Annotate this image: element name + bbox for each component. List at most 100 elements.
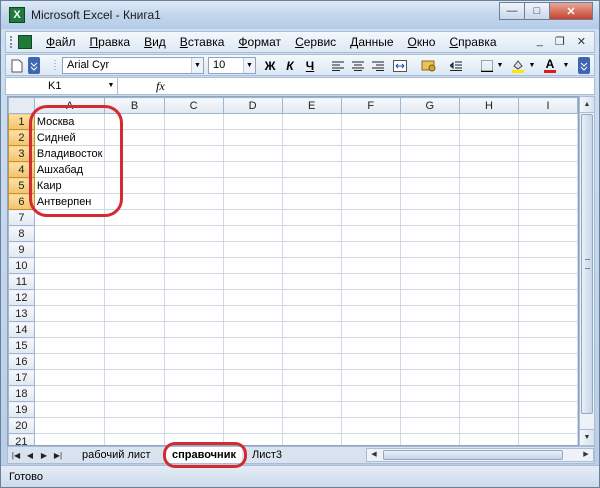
doc-restore-button[interactable]: ❐ xyxy=(555,35,565,48)
row-header[interactable]: 1 xyxy=(8,113,35,130)
sheet-tab-3[interactable]: Лист3 xyxy=(246,447,288,463)
new-document-icon[interactable] xyxy=(10,57,24,74)
font-size-select[interactable]: 10 ▼ xyxy=(208,57,256,74)
row-header[interactable]: 18 xyxy=(8,385,35,402)
cell-i13[interactable] xyxy=(517,305,578,322)
cell-c16[interactable] xyxy=(163,353,224,370)
cell-h13[interactable] xyxy=(458,305,519,322)
last-sheet-icon[interactable]: ▶| xyxy=(52,449,64,462)
cell-c13[interactable] xyxy=(163,305,224,322)
cell-g19[interactable] xyxy=(399,401,460,418)
chevron-down-icon[interactable]: ▼ xyxy=(243,58,255,73)
column-header-i[interactable]: I xyxy=(517,97,578,114)
cell-d15[interactable] xyxy=(222,337,283,354)
vertical-scroll-thumb[interactable] xyxy=(581,114,593,414)
cell-e19[interactable] xyxy=(281,401,342,418)
chevron-down-icon[interactable]: ▼ xyxy=(528,57,536,74)
cell-c12[interactable] xyxy=(163,289,224,306)
cell-d18[interactable] xyxy=(222,385,283,402)
row-header[interactable]: 8 xyxy=(8,225,35,242)
cell-i12[interactable] xyxy=(517,289,578,306)
cell-f6[interactable] xyxy=(340,193,401,210)
row-header[interactable]: 15 xyxy=(8,337,35,354)
cell-d4[interactable] xyxy=(222,161,283,178)
cell-c5[interactable] xyxy=(163,177,224,194)
cell-c3[interactable] xyxy=(163,145,224,162)
cell-d12[interactable] xyxy=(222,289,283,306)
cell-c7[interactable] xyxy=(163,209,224,226)
cell-f15[interactable] xyxy=(340,337,401,354)
row-header[interactable]: 17 xyxy=(8,369,35,386)
cell-b18[interactable] xyxy=(104,385,165,402)
row-header[interactable]: 9 xyxy=(8,241,35,258)
toolbar-options-icon[interactable] xyxy=(578,57,590,74)
cell-g18[interactable] xyxy=(399,385,460,402)
column-header-e[interactable]: E xyxy=(281,97,342,114)
cell-d20[interactable] xyxy=(222,417,283,434)
first-sheet-icon[interactable]: |◀ xyxy=(10,449,22,462)
cell-c18[interactable] xyxy=(163,385,224,402)
row-header[interactable]: 4 xyxy=(8,161,35,178)
prev-sheet-icon[interactable]: ◀ xyxy=(24,449,36,462)
cell-h12[interactable] xyxy=(458,289,519,306)
cell-f21[interactable] xyxy=(340,433,401,445)
cell-d14[interactable] xyxy=(222,321,283,338)
cell-a7[interactable] xyxy=(33,209,106,226)
cell-f11[interactable] xyxy=(340,273,401,290)
cell-f16[interactable] xyxy=(340,353,401,370)
cell-h6[interactable] xyxy=(458,193,519,210)
cell-a14[interactable] xyxy=(33,321,106,338)
cell-e11[interactable] xyxy=(281,273,342,290)
cell-g11[interactable] xyxy=(399,273,460,290)
cell-f2[interactable] xyxy=(340,129,401,146)
column-header-h[interactable]: H xyxy=(458,97,519,114)
cell-e9[interactable] xyxy=(281,241,342,258)
row-header[interactable]: 5 xyxy=(8,177,35,194)
cell-c6[interactable] xyxy=(163,193,224,210)
cell-a20[interactable] xyxy=(33,417,106,434)
cell-g15[interactable] xyxy=(399,337,460,354)
cell-i18[interactable] xyxy=(517,385,578,402)
cell-e20[interactable] xyxy=(281,417,342,434)
cell-b10[interactable] xyxy=(104,257,165,274)
cell-a19[interactable] xyxy=(33,401,106,418)
borders-icon[interactable] xyxy=(480,57,494,74)
cell-d13[interactable] xyxy=(222,305,283,322)
cell-f9[interactable] xyxy=(340,241,401,258)
cell-i17[interactable] xyxy=(517,369,578,386)
cell-a8[interactable] xyxy=(33,225,106,242)
cell-e16[interactable] xyxy=(281,353,342,370)
cell-i21[interactable] xyxy=(517,433,578,445)
cell-h5[interactable] xyxy=(458,177,519,194)
underline-button[interactable]: Ч xyxy=(302,57,318,74)
minimize-button[interactable]: — xyxy=(499,2,525,20)
cell-h16[interactable] xyxy=(458,353,519,370)
menu-tools[interactable]: Сервис xyxy=(295,35,336,49)
cell-b16[interactable] xyxy=(104,353,165,370)
cell-f5[interactable] xyxy=(340,177,401,194)
cell-e15[interactable] xyxy=(281,337,342,354)
cell-a17[interactable] xyxy=(33,369,106,386)
cell-g14[interactable] xyxy=(399,321,460,338)
row-header[interactable]: 20 xyxy=(8,417,35,434)
cell-b14[interactable] xyxy=(104,321,165,338)
menu-help[interactable]: Справка xyxy=(449,35,496,49)
cell-h7[interactable] xyxy=(458,209,519,226)
cell-c9[interactable] xyxy=(163,241,224,258)
cell-h4[interactable] xyxy=(458,161,519,178)
cell-d21[interactable] xyxy=(222,433,283,445)
horizontal-scroll-thumb[interactable] xyxy=(383,450,563,460)
cell-b4[interactable] xyxy=(104,161,165,178)
cell-e2[interactable] xyxy=(281,129,342,146)
scroll-left-icon[interactable]: ◀ xyxy=(367,449,381,461)
cell-c15[interactable] xyxy=(163,337,224,354)
workbook-icon[interactable] xyxy=(18,35,32,49)
cell-c1[interactable] xyxy=(163,113,224,130)
row-header[interactable]: 2 xyxy=(8,129,35,146)
cell-b2[interactable] xyxy=(104,129,165,146)
doc-minimize-button[interactable]: _ xyxy=(537,35,543,48)
cell-g5[interactable] xyxy=(399,177,460,194)
cell-e18[interactable] xyxy=(281,385,342,402)
cell-d1[interactable] xyxy=(222,113,283,130)
cell-i8[interactable] xyxy=(517,225,578,242)
